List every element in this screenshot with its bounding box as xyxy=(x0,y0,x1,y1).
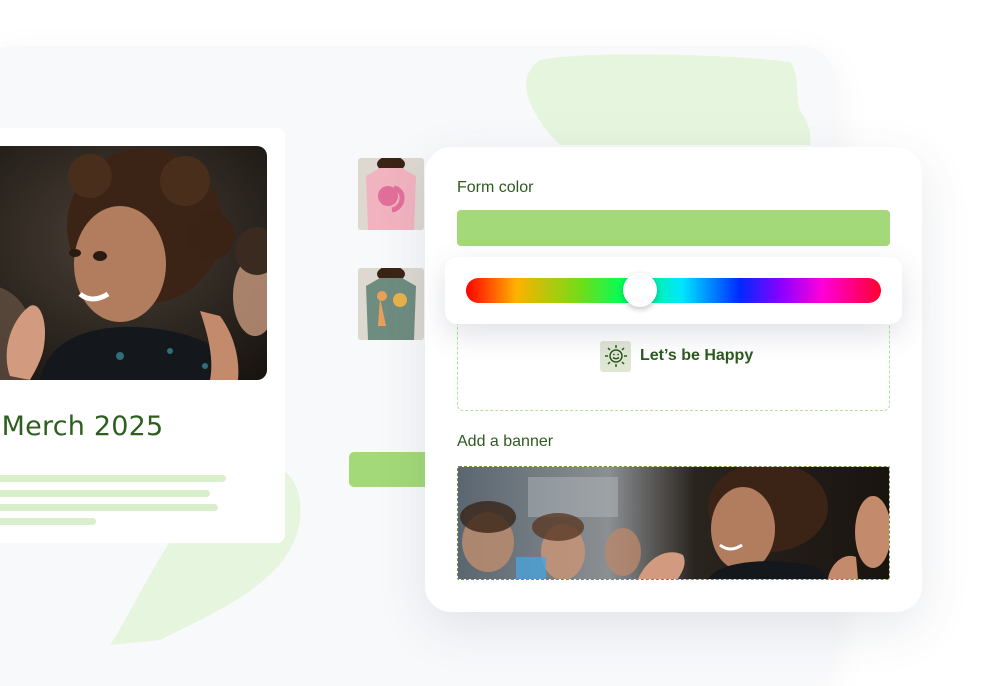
form-color-swatch[interactable] xyxy=(457,210,890,246)
form-color-label: Form color xyxy=(457,179,534,196)
sun-face-icon xyxy=(600,340,631,372)
merch-card: y - Merch 2025 xyxy=(0,128,285,543)
pink-tshirt-back-thumbnail[interactable] xyxy=(358,158,424,230)
text-placeholder-line xyxy=(0,518,96,525)
text-placeholder-line xyxy=(0,475,226,482)
hue-slider-popover xyxy=(445,257,902,324)
customization-panel: Form color Let’s be Happy Add a banner xyxy=(425,147,922,612)
logo-preview: Let’s be Happy xyxy=(600,340,753,372)
text-placeholder-line xyxy=(0,504,218,511)
banner-label: Add a banner xyxy=(457,433,554,450)
child-clapping-photo xyxy=(0,146,267,380)
text-placeholder-line xyxy=(0,490,210,497)
sage-tshirt-back-thumbnail[interactable] xyxy=(358,268,424,340)
children-clapping-banner[interactable] xyxy=(457,466,890,580)
logo-text: Let’s be Happy xyxy=(640,347,754,364)
card-title: y - Merch 2025 xyxy=(0,411,164,442)
hue-slider-track[interactable] xyxy=(466,278,881,303)
